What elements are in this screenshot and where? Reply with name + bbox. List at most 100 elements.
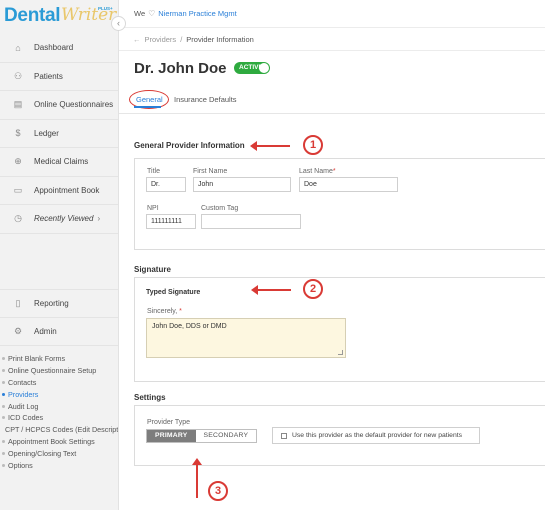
- tab-bar: General Insurance Defaults: [119, 89, 545, 114]
- sidebar-item-label: Admin: [34, 326, 57, 336]
- default-provider-checkbox[interactable]: [281, 432, 287, 439]
- admin-link-icd-codes[interactable]: ICD Codes: [0, 412, 118, 424]
- admin-link-providers[interactable]: Providers: [0, 388, 118, 400]
- last-name-field[interactable]: Doe: [299, 177, 398, 192]
- sidebar-item-medical-claims[interactable]: ⊕ Medical Claims: [0, 148, 118, 177]
- admin-link-contacts[interactable]: Contacts: [0, 377, 118, 389]
- default-provider-label: Use this provider as the default provide…: [292, 432, 463, 439]
- bullet-icon: [2, 369, 5, 373]
- primary-button[interactable]: PRIMARY: [147, 430, 196, 442]
- report-icon: ▯: [15, 297, 21, 308]
- dental-writer-logo[interactable]: Dental Writer PLUS+: [4, 5, 116, 27]
- npi-field[interactable]: 111111111: [146, 214, 196, 229]
- bullet-icon: [2, 392, 5, 396]
- sidebar: Dental Writer PLUS+ ⌂ Dashboard ⚇ Patien…: [0, 0, 119, 510]
- bullet-icon: [2, 463, 5, 467]
- admin-link-print-blank-forms[interactable]: Print Blank Forms: [0, 353, 118, 365]
- required-asterisk: *: [332, 168, 336, 175]
- general-info-title: General Provider Information: [134, 141, 245, 150]
- annotation-arrow-2: [251, 285, 291, 295]
- bullet-icon: [2, 416, 5, 420]
- dollar-icon: $: [15, 128, 21, 139]
- sidebar-item-label: Dashboard: [34, 43, 74, 53]
- admin-link-opening-closing-text[interactable]: Opening/Closing Text: [0, 447, 118, 459]
- npi-label: NPI: [147, 205, 159, 212]
- custom-tag-label: Custom Tag: [201, 205, 239, 212]
- admin-link-label: Audit Log: [8, 401, 39, 411]
- admin-link-label: Options: [8, 460, 33, 470]
- we-label: We: [134, 9, 146, 18]
- logo-plus-badge: PLUS+: [98, 6, 113, 11]
- sidebar-item-label: Reporting: [34, 298, 69, 308]
- last-name-label: Last Name*: [299, 168, 336, 175]
- secondary-button[interactable]: SECONDARY: [195, 430, 257, 442]
- bullet-icon: [2, 380, 5, 384]
- signature-title: Signature: [134, 265, 171, 274]
- sidebar-item-dashboard[interactable]: ⌂ Dashboard: [0, 34, 118, 63]
- first-name-field[interactable]: John: [193, 177, 291, 192]
- admin-link-label: Appointment Book Settings: [8, 436, 95, 446]
- sidebar-item-appointment-book[interactable]: ▭ Appointment Book: [0, 177, 118, 205]
- claims-icon: ⊕: [14, 156, 22, 167]
- sidebar-nav: ⌂ Dashboard ⚇ Patients ▤ Online Question…: [0, 34, 118, 234]
- tab-active-indicator: [134, 106, 161, 108]
- required-asterisk: *: [179, 308, 182, 315]
- admin-link-label: Print Blank Forms: [8, 354, 66, 364]
- admin-link-label: ICD Codes: [8, 413, 44, 423]
- sidebar-item-reporting[interactable]: ▯ Reporting: [0, 289, 118, 318]
- provider-type-toggle: PRIMARY SECONDARY: [146, 429, 258, 443]
- admin-link-label: CPT / HCPCS Codes (Edit Description): [5, 425, 119, 435]
- toggle-knob: [259, 63, 269, 73]
- title-label: Title: [147, 168, 160, 175]
- title-field[interactable]: Dr.: [146, 177, 186, 192]
- admin-link-label: Providers: [8, 389, 39, 399]
- sidebar-item-label: Appointment Book: [34, 185, 100, 195]
- tab-general[interactable]: General: [136, 95, 163, 104]
- admin-link-label: Contacts: [8, 377, 37, 387]
- annotation-badge-3: 3: [208, 481, 228, 501]
- admin-link-online-questionnaire-setup[interactable]: Online Questionnaire Setup: [0, 365, 118, 377]
- admin-link-appointment-book-settings[interactable]: Appointment Book Settings: [0, 436, 118, 448]
- breadcrumb-current: Provider Information: [186, 34, 254, 44]
- sidebar-item-online-questionnaires[interactable]: ▤ Online Questionnaires: [0, 91, 118, 120]
- resize-handle-icon[interactable]: [338, 350, 343, 355]
- admin-link-cpt-codes[interactable]: CPT / HCPCS Codes (Edit Description): [0, 424, 119, 436]
- sidebar-item-ledger[interactable]: $ Ledger: [0, 120, 118, 148]
- top-bar: We ♡ Nierman Practice Mgmt: [119, 0, 545, 28]
- signature-textarea[interactable]: John Doe, DDS or DMD: [146, 318, 346, 358]
- bullet-icon: [2, 451, 5, 455]
- clock-icon: ◷: [14, 213, 22, 224]
- default-provider-option[interactable]: Use this provider as the default provide…: [272, 427, 480, 444]
- annotation-arrow-1: [250, 141, 290, 151]
- breadcrumb-separator: /: [180, 34, 183, 44]
- sidebar-item-label: Online Questionnaires: [34, 100, 114, 110]
- sidebar-item-recently-viewed[interactable]: ◷ Recently Viewed ›: [0, 205, 118, 234]
- sidebar-item-label: Ledger: [34, 128, 59, 138]
- breadcrumb-providers[interactable]: Providers: [145, 35, 177, 44]
- tab-insurance-defaults[interactable]: Insurance Defaults: [174, 95, 237, 104]
- sincerely-label: Sincerely, *: [147, 308, 182, 315]
- admin-link-audit-log[interactable]: Audit Log: [0, 400, 118, 412]
- active-toggle[interactable]: ACTIVE: [234, 62, 270, 74]
- admin-link-label: Online Questionnaire Setup: [8, 366, 97, 376]
- sidebar-item-patients[interactable]: ⚇ Patients: [0, 63, 118, 91]
- sidebar-item-label: Medical Claims: [34, 157, 89, 167]
- admin-link-options[interactable]: Options: [0, 459, 118, 471]
- annotation-badge-2: 2: [303, 279, 323, 299]
- breadcrumb: ← Providers / Provider Information: [119, 28, 545, 51]
- signature-text: John Doe, DDS or DMD: [152, 323, 227, 330]
- annotation-arrow-3: [192, 458, 202, 498]
- calendar-icon: ▭: [13, 184, 23, 195]
- sidebar-collapse-button[interactable]: ‹: [111, 16, 126, 31]
- admin-icon: ⚙: [13, 325, 23, 336]
- bullet-icon: [2, 439, 5, 443]
- sidebar-item-admin[interactable]: ⚙ Admin: [0, 318, 118, 346]
- last-name-label-text: Last Name: [299, 168, 333, 175]
- chevron-right-icon: ›: [97, 214, 101, 224]
- first-name-label: First Name: [193, 168, 228, 175]
- back-arrow-icon[interactable]: ←: [133, 35, 141, 44]
- practice-link[interactable]: Nierman Practice Mgmt: [158, 9, 236, 18]
- custom-tag-field[interactable]: [201, 214, 301, 229]
- bullet-icon: [2, 357, 5, 361]
- patients-icon: ⚇: [13, 70, 23, 81]
